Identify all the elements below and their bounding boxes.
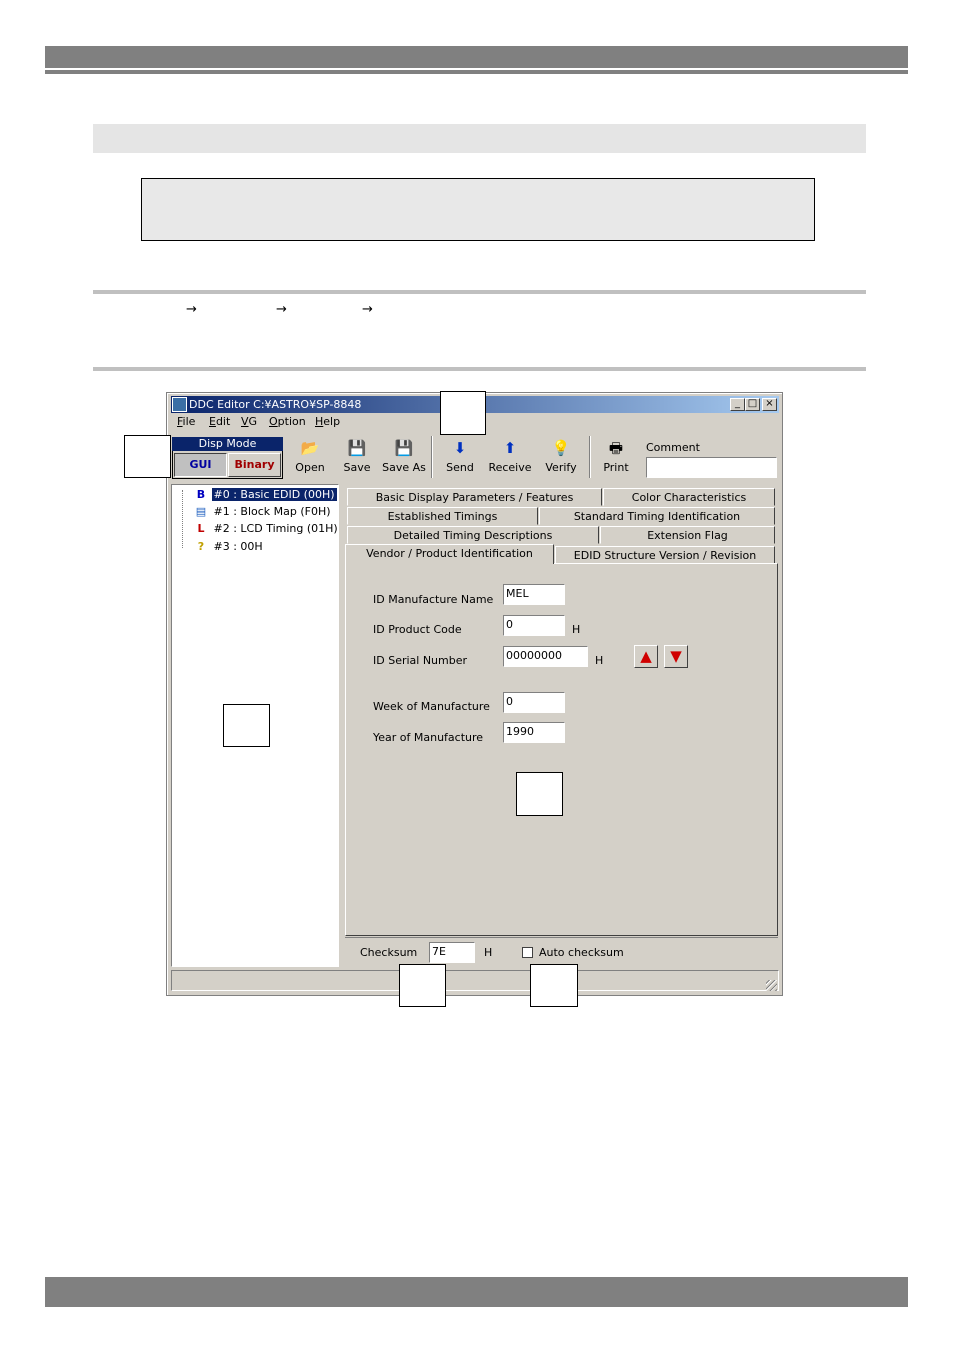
save-as-label: Save As	[382, 461, 426, 474]
floppy-icon: 💾	[347, 439, 367, 457]
receive-button[interactable]: ⬆ Receive	[486, 438, 534, 478]
serial-number-input[interactable]: 00000000	[503, 646, 588, 667]
floppy-abc-icon: 💾	[394, 439, 414, 457]
callout-box-2	[124, 435, 171, 478]
tree-item-label: #2 : LCD Timing (01H)	[213, 522, 338, 535]
product-code-unit: H	[572, 623, 581, 636]
tree-item-label: #0 : Basic EDID (00H)	[211, 488, 337, 501]
minimize-button[interactable]: _	[730, 398, 745, 411]
printer-icon: 🖶	[608, 439, 624, 457]
tree-item-basic-edid[interactable]: B #0 : Basic EDID (00H)	[194, 488, 337, 502]
year-label: Year of Manufacture	[373, 731, 484, 744]
save-label: Save	[343, 461, 371, 474]
app-icon	[172, 397, 187, 412]
product-code-input[interactable]: 0	[503, 615, 565, 636]
page-header-line	[45, 70, 908, 74]
product-code-label: ID Product Code	[373, 623, 462, 636]
callout-box-3	[223, 704, 270, 747]
manufacture-name-label: ID Manufacture Name	[373, 593, 494, 606]
tree-item-label: #3 : 00H	[213, 540, 263, 553]
open-label: Open	[295, 461, 325, 474]
tab-detailed-timing[interactable]: Detailed Timing Descriptions	[347, 526, 599, 544]
binary-mode-button[interactable]: Binary	[228, 453, 281, 477]
arrow-up-icon: ▲	[640, 647, 652, 665]
serial-down-button[interactable]: ▼	[664, 645, 688, 668]
verify-button[interactable]: 💡 Verify	[543, 438, 579, 478]
menu-file[interactable]: File	[177, 415, 195, 428]
serial-number-unit: H	[595, 654, 604, 667]
question-icon: ?	[197, 540, 205, 553]
gui-mode-button[interactable]: GUI	[174, 453, 227, 477]
save-as-button[interactable]: 💾 Save As	[380, 438, 428, 478]
tab-basic-display-parameters[interactable]: Basic Display Parameters / Features	[347, 488, 602, 506]
tab-vendor-product-identification[interactable]: Vendor / Product Identification	[345, 544, 554, 564]
page-footer-bar	[45, 1277, 908, 1307]
resize-grip-icon[interactable]	[766, 980, 777, 991]
step-arrow-3: →	[362, 302, 373, 317]
callout-box-4	[516, 772, 563, 816]
lightbulb-icon: 💡	[551, 439, 571, 457]
receive-label: Receive	[488, 461, 532, 474]
tree-item-lcd-timing[interactable]: L #2 : LCD Timing (01H)	[194, 522, 340, 536]
send-label: Send	[446, 461, 474, 474]
verify-label: Verify	[545, 461, 577, 474]
serial-up-button[interactable]: ▲	[634, 645, 658, 668]
auto-checksum-checkbox[interactable]	[522, 947, 533, 958]
tab-edid-structure-version[interactable]: EDID Structure Version / Revision	[555, 546, 775, 564]
arrow-down-icon: ⬇	[453, 439, 467, 457]
tab-established-timings[interactable]: Established Timings	[347, 507, 538, 525]
send-button[interactable]: ⬇ Send	[442, 438, 478, 478]
window-title: DDC Editor C:¥ASTRO¥SP-8848	[189, 398, 362, 411]
tab-standard-timing[interactable]: Standard Timing Identification	[539, 507, 775, 525]
save-button[interactable]: 💾 Save	[340, 438, 374, 478]
tab-color-characteristics[interactable]: Color Characteristics	[603, 488, 775, 506]
menu-option[interactable]: Option	[269, 415, 306, 428]
comment-label: Comment	[646, 441, 700, 454]
close-button[interactable]: ×	[762, 398, 777, 411]
week-label: Week of Manufacture	[373, 700, 490, 713]
block-l-icon: L	[197, 522, 205, 535]
toolbar-separator-2	[589, 436, 591, 478]
callout-box-6	[530, 964, 578, 1007]
section-heading-band	[93, 124, 866, 153]
auto-checksum-label: Auto checksum	[539, 946, 624, 959]
arrow-down-icon: ▼	[670, 647, 682, 665]
manufacture-name-input[interactable]: MEL	[503, 584, 565, 605]
menu-vg[interactable]: VG	[241, 415, 257, 428]
comment-input[interactable]	[646, 457, 777, 478]
page-header-bar	[45, 46, 908, 68]
checksum-unit: H	[484, 946, 493, 959]
print-label: Print	[603, 461, 629, 474]
serial-number-label: ID Serial Number	[373, 654, 468, 667]
week-input[interactable]: 0	[503, 692, 565, 713]
disp-mode-label: Disp Mode	[172, 437, 283, 451]
tree-item-label: #1 : Block Map (F0H)	[213, 505, 331, 518]
menu-help[interactable]: Help	[315, 415, 340, 428]
block-b-icon: B	[196, 488, 206, 501]
maximize-button[interactable]: □	[745, 398, 760, 411]
print-button[interactable]: 🖶 Print	[600, 438, 632, 478]
step-arrow-2: →	[276, 302, 287, 317]
folder-open-icon: 📂	[300, 439, 320, 457]
note-box	[141, 178, 815, 241]
tree-item-00h[interactable]: ? #3 : 00H	[194, 540, 265, 554]
callout-box-1	[440, 391, 486, 435]
tree-connector	[182, 490, 183, 548]
toolbar-separator-1	[431, 436, 433, 478]
arrow-up-icon: ⬆	[503, 439, 517, 457]
tab-extension-flag[interactable]: Extension Flag	[600, 526, 775, 544]
rule-bottom	[93, 367, 866, 371]
open-button[interactable]: 📂 Open	[292, 438, 328, 478]
checksum-label: Checksum	[360, 946, 418, 959]
tree-item-block-map[interactable]: ▤ #1 : Block Map (F0H)	[194, 505, 333, 519]
menu-edit[interactable]: Edit	[209, 415, 230, 428]
step-arrow-1: →	[186, 302, 197, 317]
year-input[interactable]: 1990	[503, 722, 565, 743]
status-bar	[171, 970, 779, 991]
callout-box-5	[399, 964, 446, 1007]
rule-top	[93, 290, 866, 294]
checksum-input[interactable]: 7E	[429, 942, 475, 963]
block-map-icon: ▤	[195, 505, 207, 518]
